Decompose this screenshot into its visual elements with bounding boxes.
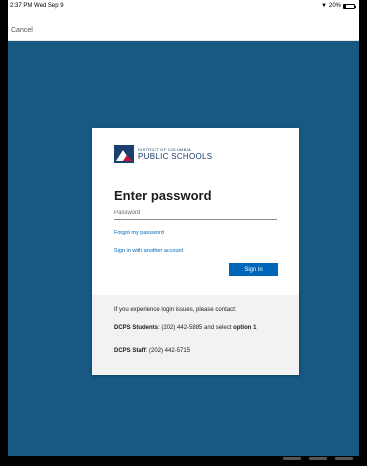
help-panel: If you experience login issues, please c…	[92, 295, 299, 375]
password-input[interactable]	[114, 207, 277, 220]
staff-label: DCPS Staff	[114, 348, 146, 354]
other-account-link[interactable]: Sign in with another account	[114, 248, 183, 254]
cancel-button[interactable]: Cancel	[11, 27, 33, 34]
sign-in-button[interactable]: Sign in	[229, 263, 278, 276]
bottom-bar	[8, 456, 359, 466]
students-option: option 1	[233, 325, 257, 331]
login-card: DISTRICT OF COLUMBIA PUBLIC SCHOOLS Ente…	[92, 128, 299, 375]
footer-link[interactable]	[335, 457, 353, 460]
status-time: 2:37 PM Wed Sep 9	[10, 3, 64, 9]
nav-bar: Cancel	[8, 14, 359, 41]
page-title: Enter password	[114, 188, 212, 203]
forgot-password-link[interactable]: Forgot my password	[114, 230, 164, 236]
help-intro: If you experience login issues, please c…	[114, 307, 237, 313]
status-bar: 2:37 PM Wed Sep 9 ▼ 20%	[8, 0, 359, 14]
battery-percent: 20%	[328, 3, 341, 9]
wifi-icon: ▼	[321, 3, 327, 9]
students-contact: DCPS Students: (202) 442-5885 and select…	[114, 324, 289, 332]
battery-icon	[343, 3, 356, 9]
logo-text: DISTRICT OF COLUMBIA PUBLIC SCHOOLS	[138, 147, 212, 161]
footer-link[interactable]	[309, 457, 327, 460]
footer-links	[283, 457, 353, 460]
footer-link[interactable]	[283, 457, 301, 460]
students-label: DCPS Students	[114, 325, 159, 331]
students-phone: : (202) 442-5885 and select	[158, 325, 234, 331]
dcps-logo-icon	[114, 145, 134, 163]
logo-line-2: PUBLIC SCHOOLS	[138, 152, 213, 161]
staff-contact: DCPS Staff: (202) 442-5715	[114, 348, 190, 354]
status-indicators: ▼ 20%	[321, 3, 356, 9]
ipad-screen: 2:37 PM Wed Sep 9 ▼ 20% Cancel DISTRICT …	[8, 0, 359, 466]
login-form: DISTRICT OF COLUMBIA PUBLIC SCHOOLS Ente…	[92, 128, 299, 295]
dcps-logo: DISTRICT OF COLUMBIA PUBLIC SCHOOLS	[114, 145, 212, 163]
staff-phone: : (202) 442-5715	[145, 348, 191, 354]
